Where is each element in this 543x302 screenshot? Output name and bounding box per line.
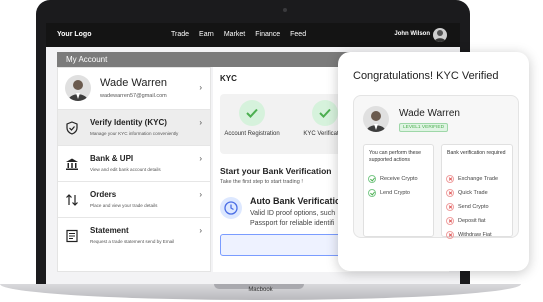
level-badge: LEVEL1 VERIFIED xyxy=(399,123,449,132)
nav-link-finance[interactable]: Finance xyxy=(255,31,280,38)
bank-verification-required: Bank verification required Exchange Trad… xyxy=(441,144,513,239)
x-circle-icon xyxy=(446,231,454,239)
menu-item-bank-upi[interactable]: Bank & UPI View and edit bank account de… xyxy=(58,146,210,182)
supported-actions: You can perform these supported actions … xyxy=(363,144,434,237)
menu-item-subtitle: Manage your KYC information conveniently xyxy=(90,131,179,136)
action-label: Receive Crypto xyxy=(380,176,418,182)
x-circle-icon xyxy=(446,175,454,183)
account-menu: Wade Warren wadewarren57@gmail.com › Ver… xyxy=(57,67,211,272)
list-item: Withdraw Fiat xyxy=(446,228,498,242)
logo[interactable]: Your Logo xyxy=(57,31,91,38)
camera-dot xyxy=(283,8,287,12)
menu-item-title: Statement xyxy=(90,226,129,235)
bank-required-heading: Bank verification required xyxy=(447,150,506,156)
top-nav: Your Logo Trade Earn Market Finance Feed… xyxy=(46,23,460,47)
avatar xyxy=(65,75,91,101)
document-icon xyxy=(66,229,78,243)
check-circle-icon xyxy=(368,175,376,183)
auto-verification-title: Auto Bank Verification xyxy=(250,196,347,206)
shield-check-icon xyxy=(66,121,78,135)
profile-summary[interactable]: Wade Warren wadewarren57@gmail.com › xyxy=(58,68,210,110)
nav-user-name[interactable]: John Wilson xyxy=(394,31,430,37)
list-item: Exchange Trade xyxy=(446,172,498,186)
nav-links: Trade Earn Market Finance Feed xyxy=(171,31,306,38)
x-circle-icon xyxy=(446,189,454,197)
up-down-arrows-icon xyxy=(66,194,78,206)
profile-name: Wade Warren xyxy=(100,77,168,89)
menu-item-title: Verify Identity (KYC) xyxy=(90,118,167,127)
chevron-right-icon: › xyxy=(199,190,202,199)
list-item: Send Crypto xyxy=(446,200,498,214)
verified-user-panel: Wade Warren LEVEL1 VERIFIED You can perf… xyxy=(353,95,519,239)
card-title: Congratulations! KYC Verified xyxy=(353,70,499,82)
check-icon xyxy=(239,100,265,126)
step-account-registration: Account Registration xyxy=(222,100,282,138)
nav-avatar[interactable] xyxy=(433,28,447,42)
nav-link-earn[interactable]: Earn xyxy=(199,31,214,38)
bank-verification-title: Start your Bank Verification xyxy=(220,166,332,176)
kyc-heading: KYC xyxy=(220,74,237,83)
action-label: Deposit fiat xyxy=(458,218,486,224)
menu-item-statement[interactable]: Statement Request a trade statement send… xyxy=(58,218,210,254)
check-icon xyxy=(312,100,338,126)
chevron-right-icon: › xyxy=(199,154,202,163)
laptop-base: Macbook xyxy=(0,284,521,300)
verified-user-name: Wade Warren xyxy=(399,108,460,119)
action-label: Exchange Trade xyxy=(458,176,499,182)
kyc-verified-card: Congratulations! KYC Verified Wade Warre… xyxy=(338,52,529,271)
list-item: Quick Trade xyxy=(446,186,498,200)
menu-item-subtitle: Place and view your trade details xyxy=(90,203,158,208)
chevron-right-icon: › xyxy=(199,118,202,127)
action-label: Lend Crypto xyxy=(380,190,410,196)
clock-icon xyxy=(220,197,242,219)
auto-verification-desc: Passport for reliable identifi xyxy=(250,220,335,227)
action-label: Withdraw Fiat xyxy=(458,232,492,238)
nav-link-market[interactable]: Market xyxy=(224,31,245,38)
menu-item-subtitle: View and edit bank account details xyxy=(90,167,161,172)
x-circle-icon xyxy=(446,217,454,225)
action-label: Quick Trade xyxy=(458,190,488,196)
profile-email: wadewarren57@gmail.com xyxy=(100,93,167,99)
chevron-right-icon: › xyxy=(199,83,202,92)
nav-link-trade[interactable]: Trade xyxy=(171,31,189,38)
check-circle-icon xyxy=(368,189,376,197)
menu-item-verify-identity[interactable]: Verify Identity (KYC) Manage your KYC in… xyxy=(58,110,210,146)
chevron-right-icon: › xyxy=(199,226,202,235)
menu-item-subtitle: Request a trade statement send by Email xyxy=(90,239,175,244)
x-circle-icon xyxy=(446,203,454,211)
menu-item-title: Bank & UPI xyxy=(90,154,134,163)
auto-verification-desc: Valid ID proof options, such xyxy=(250,210,336,217)
device-label: Macbook xyxy=(248,287,273,293)
bank-icon xyxy=(66,158,78,170)
list-item: Deposit fiat xyxy=(446,214,498,228)
action-label: Send Crypto xyxy=(458,204,489,210)
menu-item-orders[interactable]: Orders Place and view your trade details… xyxy=(58,182,210,218)
list-item: Lend Crypto xyxy=(368,186,418,200)
list-item: Receive Crypto xyxy=(368,172,418,186)
nav-link-feed[interactable]: Feed xyxy=(290,31,306,38)
step-label: Account Registration xyxy=(224,131,280,137)
avatar xyxy=(363,106,389,132)
bank-verification-subtitle: Take the first step to start trading ! xyxy=(220,179,303,185)
supported-actions-heading: You can perform these supported actions xyxy=(369,150,422,163)
menu-item-title: Orders xyxy=(90,190,117,199)
